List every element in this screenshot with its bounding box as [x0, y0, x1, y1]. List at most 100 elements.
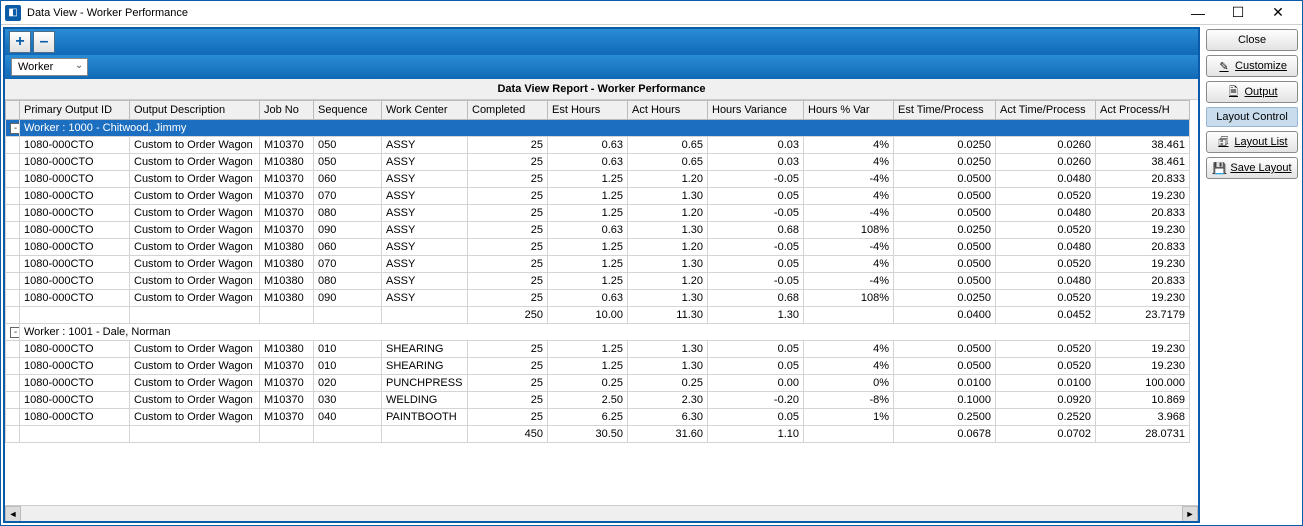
subtotal-cell: [804, 426, 894, 443]
save-layout-button[interactable]: 💾 Save Layout: [1206, 157, 1298, 179]
subtotal-cell: 1.10: [708, 426, 804, 443]
cell: PAINTBOOTH: [382, 409, 468, 426]
cell: ASSY: [382, 273, 468, 290]
cell: 1%: [804, 409, 894, 426]
table-row[interactable]: 1080-000CTOCustom to Order WagonM1038007…: [6, 256, 1190, 273]
table-row[interactable]: 1080-000CTOCustom to Order WagonM1037005…: [6, 137, 1190, 154]
group-toggle[interactable]: -: [6, 120, 20, 137]
cell: 0.0500: [894, 171, 996, 188]
collapse-all-button[interactable]: –: [33, 31, 55, 53]
subtotal-cell: 1.30: [708, 307, 804, 324]
group-toggle[interactable]: -: [6, 324, 20, 341]
column-header-row: Primary Output ID Output Description Job…: [6, 101, 1190, 120]
row-gutter: [6, 188, 20, 205]
column-header[interactable]: Output Description: [130, 101, 260, 120]
column-header[interactable]: Act Hours: [628, 101, 708, 120]
output-icon: 🗎: [1226, 85, 1240, 99]
table-row[interactable]: 1080-000CTOCustom to Order WagonM1037001…: [6, 358, 1190, 375]
cell: 020: [314, 375, 382, 392]
subtotal-cell: 0.0702: [996, 426, 1096, 443]
group-header-row[interactable]: -Worker : 1000 - Chitwood, Jimmy: [6, 120, 1190, 137]
row-gutter: [6, 205, 20, 222]
scroll-right-button[interactable]: ►: [1182, 506, 1198, 521]
layout-control-header: Layout Control: [1206, 107, 1298, 127]
cell: M10370: [260, 188, 314, 205]
output-button[interactable]: 🗎 Output: [1206, 81, 1298, 103]
table-row[interactable]: 1080-000CTOCustom to Order WagonM1038006…: [6, 239, 1190, 256]
column-header[interactable]: Est Time/Process: [894, 101, 996, 120]
horizontal-scrollbar[interactable]: ◄ ►: [5, 505, 1198, 521]
cell: 0.0480: [996, 171, 1096, 188]
cell: Custom to Order Wagon: [130, 341, 260, 358]
cell: 1.20: [628, 205, 708, 222]
column-header[interactable]: Est Hours: [548, 101, 628, 120]
table-row[interactable]: 1080-000CTOCustom to Order WagonM1037004…: [6, 409, 1190, 426]
subtotal-cell: 11.30: [628, 307, 708, 324]
cell: 0.0500: [894, 188, 996, 205]
cell: 25: [468, 239, 548, 256]
cell: 0.0250: [894, 290, 996, 307]
column-header[interactable]: Act Process/H: [1096, 101, 1190, 120]
column-header[interactable]: Work Center: [382, 101, 468, 120]
subtotal-row: 25010.0011.301.300.04000.045223.7179: [6, 307, 1190, 324]
table-row[interactable]: 1080-000CTOCustom to Order WagonM1037009…: [6, 222, 1190, 239]
cell: 0.63: [548, 137, 628, 154]
cell: 090: [314, 290, 382, 307]
maximize-button[interactable]: ☐: [1218, 2, 1258, 24]
cell: Custom to Order Wagon: [130, 154, 260, 171]
table-row[interactable]: 1080-000CTOCustom to Order WagonM1037003…: [6, 392, 1190, 409]
titlebar: ◧ Data View - Worker Performance — ☐ ✕: [1, 1, 1302, 25]
cell: 1080-000CTO: [20, 171, 130, 188]
customize-button-label: Customize: [1235, 60, 1287, 72]
table-row[interactable]: 1080-000CTOCustom to Order WagonM1037006…: [6, 171, 1190, 188]
cell: 25: [468, 392, 548, 409]
column-header[interactable]: Primary Output ID: [20, 101, 130, 120]
group-header-row[interactable]: -Worker : 1001 - Dale, Norman: [6, 324, 1190, 341]
cell: M10370: [260, 358, 314, 375]
layout-list-button-label: Layout List: [1234, 136, 1287, 148]
cell: ASSY: [382, 290, 468, 307]
table-row[interactable]: 1080-000CTOCustom to Order WagonM1037002…: [6, 375, 1190, 392]
group-by-chip-worker[interactable]: Worker: [11, 58, 88, 76]
customize-button[interactable]: ✎ Customize: [1206, 55, 1298, 77]
column-header[interactable]: Completed: [468, 101, 548, 120]
cell: 2.50: [548, 392, 628, 409]
cell: 1.30: [628, 341, 708, 358]
cell: 010: [314, 341, 382, 358]
cell: -4%: [804, 205, 894, 222]
minimize-button[interactable]: —: [1178, 2, 1218, 24]
cell: 1.25: [548, 358, 628, 375]
row-gutter: [6, 358, 20, 375]
table-row[interactable]: 1080-000CTOCustom to Order WagonM1038009…: [6, 290, 1190, 307]
table-row[interactable]: 1080-000CTOCustom to Order WagonM1037008…: [6, 205, 1190, 222]
cell: M10370: [260, 392, 314, 409]
cell: 1.20: [628, 239, 708, 256]
cell: Custom to Order Wagon: [130, 375, 260, 392]
cell: ASSY: [382, 171, 468, 188]
group-by-bar[interactable]: Worker: [5, 55, 1198, 79]
table-row[interactable]: 1080-000CTOCustom to Order WagonM1038005…: [6, 154, 1190, 171]
subtotal-cell: [130, 426, 260, 443]
cell: Custom to Order Wagon: [130, 188, 260, 205]
expand-all-button[interactable]: +: [9, 31, 31, 53]
column-header[interactable]: Sequence: [314, 101, 382, 120]
table-row[interactable]: 1080-000CTOCustom to Order WagonM1037007…: [6, 188, 1190, 205]
cell: ASSY: [382, 154, 468, 171]
close-window-button[interactable]: ✕: [1258, 2, 1298, 24]
cell: -0.05: [708, 273, 804, 290]
column-header[interactable]: Hours % Var: [804, 101, 894, 120]
column-header[interactable]: Hours Variance: [708, 101, 804, 120]
table-row[interactable]: 1080-000CTOCustom to Order WagonM1038008…: [6, 273, 1190, 290]
close-button[interactable]: Close: [1206, 29, 1298, 51]
layout-list-button[interactable]: 🗊 Layout List: [1206, 131, 1298, 153]
row-gutter: [6, 171, 20, 188]
column-header[interactable]: Act Time/Process: [996, 101, 1096, 120]
subtotal-cell: 10.00: [548, 307, 628, 324]
subtotal-cell: [382, 426, 468, 443]
cell: 080: [314, 205, 382, 222]
cell: 1080-000CTO: [20, 290, 130, 307]
grid-scroll[interactable]: Primary Output ID Output Description Job…: [5, 100, 1198, 505]
scroll-left-button[interactable]: ◄: [5, 506, 21, 521]
table-row[interactable]: 1080-000CTOCustom to Order WagonM1038001…: [6, 341, 1190, 358]
column-header[interactable]: Job No: [260, 101, 314, 120]
